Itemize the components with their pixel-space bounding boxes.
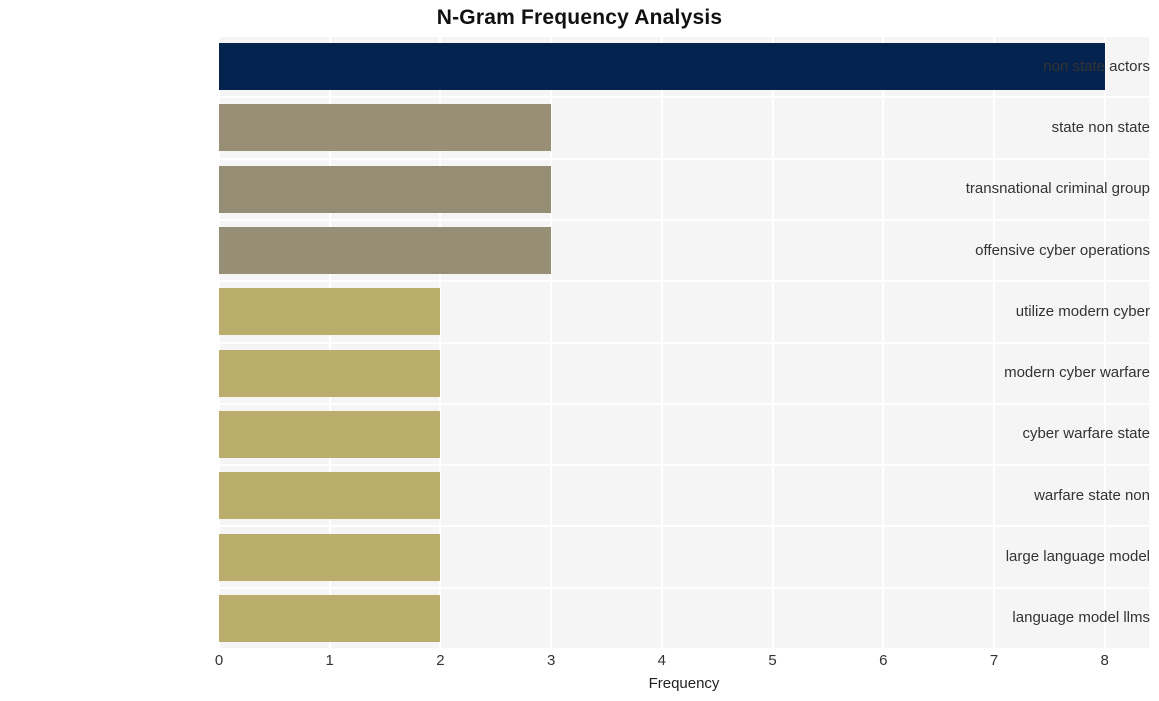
bar[interactable] (219, 594, 441, 642)
y-gridline (219, 341, 1149, 344)
x-axis-tick-label: 1 (325, 652, 334, 669)
y-axis-tick-label: non state actors (1043, 57, 1150, 75)
bar[interactable] (219, 104, 552, 152)
x-axis-tick-label: 8 (1100, 652, 1109, 669)
y-axis-tick-label: utilize modern cyber (1015, 302, 1150, 320)
y-gridline (219, 36, 1149, 37)
bar[interactable] (219, 472, 441, 520)
y-gridline (219, 157, 1149, 160)
chart-figure: N-Gram Frequency Analysis non state acto… (0, 0, 1159, 701)
bar[interactable] (219, 349, 441, 397)
bar[interactable] (219, 533, 441, 581)
bar[interactable] (219, 288, 441, 336)
x-axis-tick-label: 3 (546, 652, 556, 669)
x-axis-tick-label: 7 (989, 652, 999, 669)
y-axis-tick-label: warfare state non (1034, 486, 1150, 504)
x-axis-tick-label: 0 (214, 652, 224, 669)
y-axis-tick-label: offensive cyber operations (975, 241, 1150, 259)
x-axis-label: Frequency (648, 675, 720, 692)
y-axis-tick-label: transnational criminal group (965, 180, 1150, 198)
y-axis-tick-label: cyber warfare state (1022, 425, 1150, 443)
chart-title: N-Gram Frequency Analysis (436, 6, 723, 29)
bar[interactable] (219, 227, 552, 275)
bar[interactable] (219, 410, 441, 458)
y-axis-tick-label: language model llms (1012, 609, 1150, 627)
y-axis-tick-label: modern cyber warfare (1004, 364, 1150, 382)
y-gridline (219, 464, 1149, 467)
y-axis-tick-label: state non state (1051, 118, 1150, 136)
x-axis-tick-label: 6 (879, 652, 888, 669)
y-gridline (219, 218, 1149, 221)
y-gridline (219, 648, 1149, 649)
x-axis-tick-label: 2 (436, 652, 445, 669)
y-gridline (219, 525, 1149, 528)
y-axis-tick-label: large language model (1005, 548, 1150, 566)
y-gridline (219, 280, 1149, 283)
y-gridline (219, 96, 1149, 99)
x-axis-tick-label: 4 (657, 652, 667, 669)
y-gridline (219, 586, 1149, 589)
x-axis-tick-label: 5 (768, 652, 777, 669)
y-gridline (219, 402, 1149, 405)
bar[interactable] (219, 165, 552, 213)
